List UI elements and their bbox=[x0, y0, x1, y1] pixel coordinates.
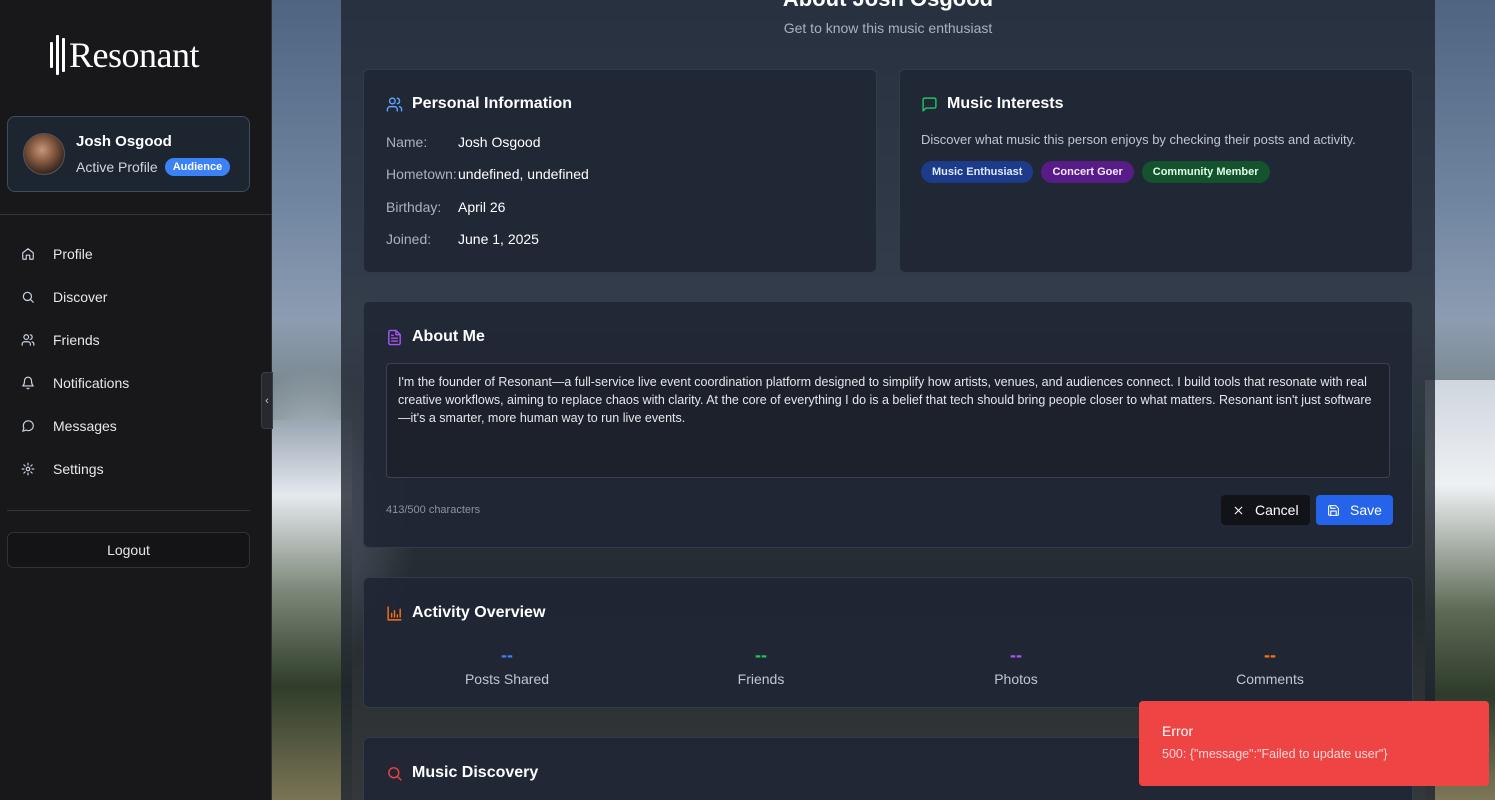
home-icon bbox=[22, 247, 34, 260]
divider bbox=[0, 214, 272, 215]
save-icon bbox=[1328, 504, 1339, 516]
stat-label: Posts Shared bbox=[464, 671, 550, 687]
card-header: About Me bbox=[386, 328, 485, 346]
sidebar-item-label: Messages bbox=[53, 417, 117, 434]
bar-chart-icon bbox=[387, 605, 402, 621]
page-subtitle: Get to know this music enthusiast bbox=[783, 20, 993, 36]
save-label: Save bbox=[1350, 502, 1382, 518]
message-icon bbox=[22, 419, 34, 432]
sidebar-item-label: Profile bbox=[53, 245, 93, 262]
card-header: Personal Information bbox=[386, 95, 572, 113]
sidebar-item-label: Notifications bbox=[53, 374, 130, 391]
sidebar-item-label: Discover bbox=[53, 288, 108, 305]
logo[interactable]: Resonant bbox=[50, 34, 199, 76]
active-profile-card[interactable]: Josh Osgood Active Profile Audience bbox=[7, 116, 250, 192]
bell-icon bbox=[22, 376, 34, 389]
music-interests-card: Music Interests Discover what music this… bbox=[899, 69, 1413, 273]
search-icon bbox=[388, 766, 402, 781]
sidebar-item-label: Friends bbox=[53, 331, 100, 348]
info-label: Birthday: bbox=[386, 199, 442, 215]
card-header: Music Interests bbox=[921, 95, 1063, 113]
tag-concert-goer: Concert Goer bbox=[1041, 161, 1134, 183]
stat-value: -- bbox=[501, 645, 513, 665]
gear-icon bbox=[21, 462, 35, 475]
stat-value: -- bbox=[1010, 645, 1022, 665]
info-value: April 26 bbox=[458, 199, 506, 215]
sidebar-item-profile[interactable]: Profile bbox=[0, 232, 272, 275]
stat-posts-shared: -- Posts Shared bbox=[417, 645, 597, 687]
stat-comments: -- Comments bbox=[1180, 645, 1360, 687]
error-toast[interactable]: Error 500: {"message":"Failed to update … bbox=[1139, 701, 1489, 786]
main-content: About Josh Osgood Get to know this music… bbox=[341, 0, 1435, 800]
cancel-button[interactable]: Cancel bbox=[1221, 495, 1310, 525]
stat-value: -- bbox=[1264, 645, 1276, 665]
card-header: Music Discovery bbox=[386, 764, 538, 782]
search-icon bbox=[22, 291, 34, 303]
chevron-left-icon: ‹ bbox=[265, 394, 269, 407]
interests-description: Discover what music this person enjoys b… bbox=[921, 132, 1356, 147]
sidebar-item-friends[interactable]: Friends bbox=[0, 318, 272, 361]
activity-overview-card: Activity Overview -- Posts Shared -- Fri… bbox=[363, 577, 1413, 708]
sidebar-collapse-toggle[interactable]: ‹ bbox=[261, 372, 273, 429]
stat-label: Comments bbox=[1236, 671, 1304, 687]
character-count: 413/500 characters bbox=[386, 504, 481, 516]
avatar bbox=[23, 133, 65, 175]
info-row-hometown: Hometown: undefined, undefined bbox=[386, 166, 589, 182]
info-row-name: Name: Josh Osgood bbox=[386, 134, 541, 150]
info-label: Joined: bbox=[386, 231, 432, 247]
toast-message: 500: {"message":"Failed to update user"} bbox=[1162, 747, 1388, 761]
role-badge: Audience bbox=[164, 157, 231, 176]
sidebar: Resonant Josh Osgood Active Profile Audi… bbox=[0, 0, 272, 800]
logo-text: Resonant bbox=[69, 35, 199, 75]
divider bbox=[7, 510, 250, 511]
stat-label: Photos bbox=[994, 671, 1038, 687]
tag-music-enthusiast: Music Enthusiast bbox=[921, 161, 1034, 183]
sidebar-item-messages[interactable]: Messages bbox=[0, 404, 272, 447]
sidebar-item-notifications[interactable]: Notifications bbox=[0, 361, 272, 404]
stat-value: -- bbox=[755, 645, 767, 665]
sidebar-item-label: Settings bbox=[53, 460, 104, 477]
card-title: Music Discovery bbox=[412, 764, 539, 781]
message-square-icon bbox=[922, 96, 937, 112]
info-label: Name: bbox=[386, 134, 428, 150]
info-value: undefined, undefined bbox=[458, 166, 589, 182]
profile-name: Josh Osgood bbox=[76, 132, 172, 150]
card-title: About Me bbox=[412, 328, 485, 345]
cancel-label: Cancel bbox=[1255, 502, 1299, 518]
card-header: Activity Overview bbox=[386, 604, 545, 622]
stat-photos: -- Photos bbox=[926, 645, 1106, 687]
sidebar-item-settings[interactable]: Settings bbox=[0, 447, 272, 490]
tag-community-member: Community Member bbox=[1141, 161, 1270, 183]
page-title: About Josh Osgood bbox=[341, 0, 1435, 12]
users-icon bbox=[386, 96, 403, 112]
toast-title: Error bbox=[1162, 723, 1194, 739]
about-me-card: About Me I'm the founder of Resonant—a f… bbox=[363, 301, 1413, 548]
stat-label: Friends bbox=[737, 671, 785, 687]
logout-button[interactable]: Logout bbox=[7, 532, 250, 568]
card-title: Music Interests bbox=[947, 95, 1064, 112]
interest-tags: Music Enthusiast Concert Goer Community … bbox=[921, 161, 1270, 183]
save-button[interactable]: Save bbox=[1316, 495, 1393, 525]
info-value: June 1, 2025 bbox=[458, 231, 539, 247]
info-label: Hometown: bbox=[386, 166, 457, 182]
logo-mark bbox=[50, 34, 65, 76]
info-row-birthday: Birthday: April 26 bbox=[386, 199, 505, 215]
about-me-textarea[interactable]: I'm the founder of Resonant—a full-servi… bbox=[386, 363, 1390, 478]
card-title: Activity Overview bbox=[412, 604, 546, 621]
personal-info-card: Personal Information Name: Josh Osgood H… bbox=[363, 69, 877, 273]
users-icon bbox=[21, 333, 35, 346]
info-value: Josh Osgood bbox=[458, 134, 541, 150]
sidebar-nav: Profile Discover Friends Notifications M… bbox=[0, 232, 272, 490]
profile-status: Active Profile bbox=[76, 158, 158, 175]
card-title: Personal Information bbox=[412, 95, 573, 112]
close-icon bbox=[1234, 506, 1243, 514]
stat-friends: -- Friends bbox=[671, 645, 851, 687]
info-row-joined: Joined: June 1, 2025 bbox=[386, 231, 539, 247]
document-icon bbox=[388, 329, 401, 345]
sidebar-item-discover[interactable]: Discover bbox=[0, 275, 272, 318]
